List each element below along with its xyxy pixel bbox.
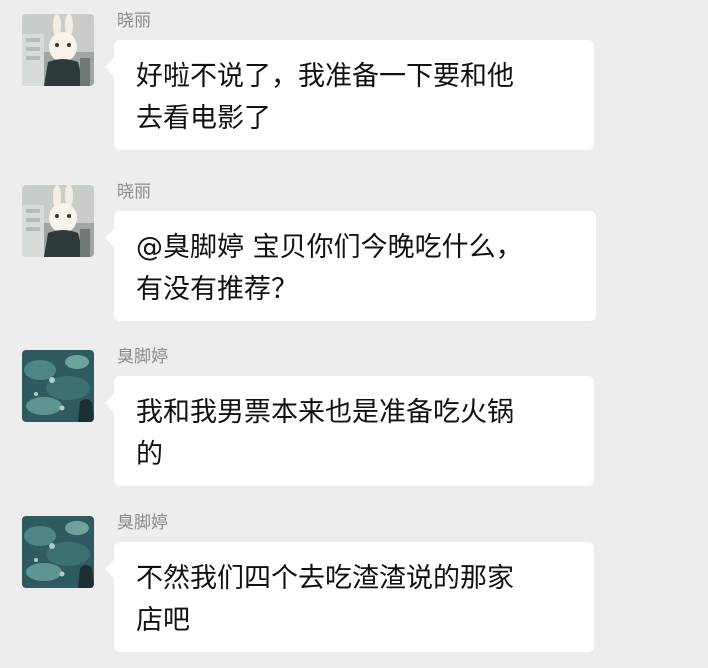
message-text-line: 好啦不说了，我准备一下要和他 [136,61,514,92]
message-text-line: 去看电影了 [136,103,271,134]
message-text-line: 有没有推荐？ [136,274,298,305]
bunny-avatar-icon[interactable] [22,185,94,257]
ocean-avatar-icon[interactable] [22,516,94,588]
sender-name: 晓丽 [117,182,151,202]
message-text-line: 我和我男票本来也是准备吃火锅 [136,397,514,428]
message-bubble[interactable]: 好啦不说了，我准备一下要和他 去看电影了 [105,40,594,150]
chat-area: 晓丽 好啦不说了，我准备一下要和他 去看电影了 晓丽 @臭脚婷 宝贝你们今晚吃什… [0,0,708,668]
ocean-avatar-icon[interactable] [22,350,94,422]
message-text-line: 不然我们四个去吃渣渣说的那家 [136,563,514,594]
sender-name: 臭脚婷 [117,513,168,533]
message-text-line: 店吧 [136,605,190,636]
bunny-avatar-icon[interactable] [22,14,94,86]
sender-name: 晓丽 [117,11,151,31]
message-bubble[interactable]: 我和我男票本来也是准备吃火锅 的 [105,376,594,486]
message-bubble[interactable]: @臭脚婷 宝贝你们今晚吃什么， 有没有推荐？ [105,211,596,321]
message-bubble[interactable]: 不然我们四个去吃渣渣说的那家 店吧 [105,542,594,652]
message-text-line: @臭脚婷 宝贝你们今晚吃什么， [136,232,523,263]
message-text-line: 的 [136,439,163,470]
sender-name: 臭脚婷 [117,347,168,367]
